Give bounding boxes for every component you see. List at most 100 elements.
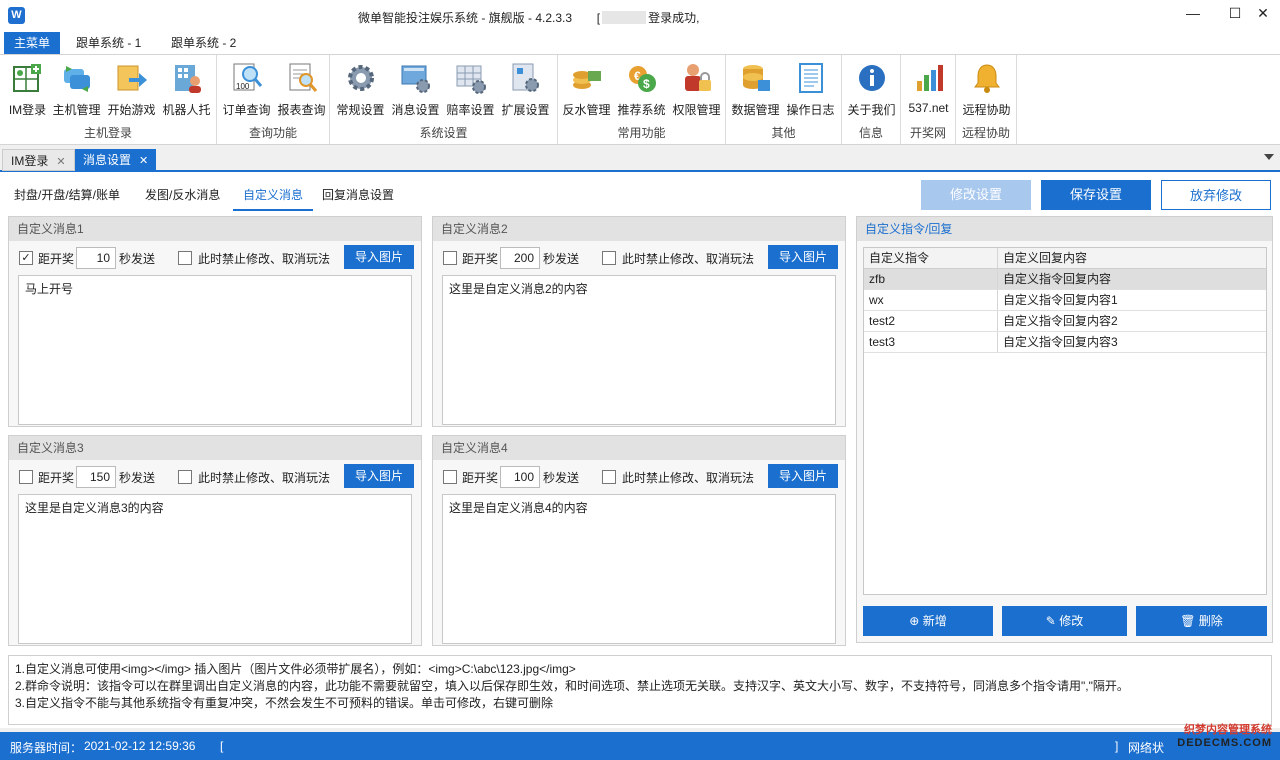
import-image-button[interactable]: 导入图片 bbox=[768, 464, 838, 488]
send-before-draw-checkbox[interactable] bbox=[443, 470, 457, 484]
robot-host-button[interactable]: 机器人托 bbox=[159, 59, 214, 117]
table-row[interactable]: zfb 自定义指令回复内容 bbox=[864, 269, 1266, 290]
lock-bets-checkbox[interactable] bbox=[602, 470, 616, 484]
lottery-site-button[interactable]: 537.net bbox=[901, 59, 956, 117]
save-settings-button[interactable]: 保存设置 bbox=[1041, 180, 1151, 210]
column-header-reply[interactable]: 自定义回复内容 bbox=[998, 248, 1266, 268]
permission-manage-button[interactable]: 权限管理 bbox=[669, 59, 724, 117]
svg-text:$: $ bbox=[643, 77, 650, 91]
odds-settings-button[interactable]: 赔率设置 bbox=[443, 59, 498, 117]
ribbon-group-other: 数据管理 操作日志 其他 bbox=[726, 55, 842, 144]
before-draw-label: 距开奖 bbox=[38, 471, 75, 485]
panel-title: 自定义消息4 bbox=[433, 436, 845, 460]
custom-message-panel-4: 自定义消息4 距开奖 100 秒发送 此时禁止修改、取消玩法 导入图片 这里是自… bbox=[432, 435, 846, 646]
reply-cell: 自定义指令回复内容3 bbox=[1003, 335, 1118, 349]
data-manage-button[interactable]: 数据管理 bbox=[728, 59, 783, 117]
gear-icon bbox=[347, 65, 374, 91]
before-draw-label: 距开奖 bbox=[462, 252, 499, 266]
table-row[interactable]: test2 自定义指令回复内容2 bbox=[864, 311, 1266, 332]
reply-grid: 自定义指令 自定义回复内容 zfb 自定义指令回复内容 wx 自定义指令回复内容… bbox=[863, 247, 1267, 595]
send-before-draw-checkbox[interactable]: ✓ bbox=[19, 251, 33, 265]
send-before-draw-checkbox[interactable] bbox=[443, 251, 457, 265]
send-before-draw-checkbox[interactable] bbox=[19, 470, 33, 484]
redacted-username bbox=[602, 11, 647, 24]
import-image-button[interactable]: 导入图片 bbox=[344, 464, 414, 488]
panel-title: 自定义消息3 bbox=[9, 436, 421, 460]
close-tab-icon[interactable]: ✕ bbox=[56, 156, 65, 168]
chevron-down-icon[interactable] bbox=[1264, 154, 1274, 160]
referral-system-button[interactable]: € $ 推荐系统 bbox=[614, 59, 669, 117]
add-command-button[interactable]: ⊕ 新增 bbox=[863, 606, 993, 636]
seconds-send-label: 秒发送 bbox=[119, 471, 156, 485]
import-image-button[interactable]: 导入图片 bbox=[768, 245, 838, 269]
ribbon-tab-follow-1[interactable]: 跟单系统 - 1 bbox=[66, 32, 151, 54]
message-content-textarea[interactable]: 这里是自定义消息4的内容 bbox=[442, 494, 836, 644]
subtab-custom-message[interactable]: 自定义消息 bbox=[233, 186, 314, 211]
import-image-button[interactable]: 导入图片 bbox=[344, 245, 414, 269]
bell-icon bbox=[973, 64, 1000, 93]
subtab-image-rebate[interactable]: 发图/反水消息 bbox=[145, 186, 220, 209]
close-window-button[interactable]: ✕ bbox=[1246, 0, 1280, 28]
doc-tab-message-settings[interactable]: 消息设置 ✕ bbox=[75, 149, 157, 171]
seconds-input[interactable]: 10 bbox=[76, 247, 116, 269]
seconds-input[interactable]: 200 bbox=[500, 247, 540, 269]
table-row[interactable]: wx 自定义指令回复内容1 bbox=[864, 290, 1266, 311]
ribbon-group-label: 查询功能 bbox=[248, 126, 297, 140]
seconds-send-label: 秒发送 bbox=[543, 252, 580, 266]
column-header-command[interactable]: 自定义指令 bbox=[864, 248, 998, 268]
extension-settings-button[interactable]: 扩展设置 bbox=[498, 59, 553, 117]
app-logo-icon: W bbox=[8, 7, 25, 24]
order-query-button[interactable]: 100 订单查询 bbox=[219, 59, 274, 117]
message-content-textarea[interactable]: 这里是自定义消息3的内容 bbox=[18, 494, 412, 644]
ribbon-group-label: 远程协助 bbox=[961, 126, 1010, 140]
report-query-label: 报表查询 bbox=[277, 103, 326, 117]
start-game-icon bbox=[117, 65, 147, 91]
reply-cell: 自定义指令回复内容2 bbox=[1003, 314, 1118, 328]
host-manage-button[interactable]: 主机管理 bbox=[49, 59, 104, 117]
discard-changes-button[interactable]: 放弃修改 bbox=[1161, 180, 1271, 210]
minimize-button[interactable]: — bbox=[1176, 0, 1210, 28]
lock-bets-checkbox[interactable] bbox=[602, 251, 616, 265]
start-game-label: 开始游戏 bbox=[107, 103, 156, 117]
message-content-textarea[interactable]: 这里是自定义消息2的内容 bbox=[442, 275, 836, 425]
note-line-3: 3.自定义指令不能与其他系统指令有重复冲突，不然会发生不可预料的错误。单击可修改… bbox=[15, 696, 554, 710]
im-login-button[interactable]: IM登录 bbox=[0, 59, 55, 117]
data-manage-label: 数据管理 bbox=[731, 103, 780, 117]
message-settings-button[interactable]: 消息设置 bbox=[388, 59, 443, 117]
ribbon-tab-main[interactable]: 主菜单 bbox=[4, 32, 61, 54]
rebate-manage-label: 反水管理 bbox=[562, 103, 611, 117]
delete-command-button[interactable]: 🗑 删除 bbox=[1136, 606, 1267, 636]
general-settings-button[interactable]: 常规设置 bbox=[333, 59, 388, 117]
edit-command-button[interactable]: ✎ 修改 bbox=[1002, 606, 1127, 636]
ribbon-group-system-settings: 常规设置 消息设置 赔率设置 扩展设置 系统设置 bbox=[330, 55, 558, 144]
report-query-button[interactable]: 报表查询 bbox=[274, 59, 329, 117]
document-tab-bar: IM登录 ✕ 消息设置 ✕ bbox=[0, 146, 1280, 172]
seconds-input[interactable]: 150 bbox=[76, 466, 116, 488]
edit-settings-button[interactable]: 修改设置 bbox=[921, 180, 1031, 210]
message-content-textarea[interactable]: 马上开号 bbox=[18, 275, 412, 425]
ribbon-tab-follow-2[interactable]: 跟单系统 - 2 bbox=[161, 32, 246, 54]
about-us-button[interactable]: 关于我们 bbox=[844, 59, 899, 117]
lock-bets-label: 此时禁止修改、取消玩法 bbox=[198, 252, 331, 266]
lock-icon bbox=[684, 64, 711, 91]
close-tab-icon[interactable]: ✕ bbox=[139, 155, 148, 167]
lock-bets-checkbox[interactable] bbox=[178, 251, 192, 265]
ribbon-group-common: 反水管理 € $ 推荐系统 权限管理 常用功能 bbox=[558, 55, 726, 144]
rebate-manage-button[interactable]: 反水管理 bbox=[559, 59, 614, 117]
ribbon-group-remote: 远程协助 远程协助 bbox=[956, 55, 1017, 144]
lock-bets-label: 此时禁止修改、取消玩法 bbox=[622, 252, 755, 266]
remote-assist-button[interactable]: 远程协助 bbox=[959, 59, 1014, 117]
ribbon-toolbar: IM登录 主机管理 开始游戏 机器人托 主机登录 100 订单查询 报表查询 查… bbox=[0, 54, 1280, 145]
seconds-input[interactable]: 100 bbox=[500, 466, 540, 488]
reply-cell: 自定义指令回复内容 bbox=[1003, 272, 1112, 286]
panel-title: 自定义指令/回复 bbox=[857, 217, 1272, 241]
doc-tab-im-login[interactable]: IM登录 ✕ bbox=[2, 149, 75, 171]
lock-bets-checkbox[interactable] bbox=[178, 470, 192, 484]
start-game-button[interactable]: 开始游戏 bbox=[104, 59, 159, 117]
subtab-reply-settings[interactable]: 回复消息设置 bbox=[322, 186, 394, 209]
subtab-close-open-settle[interactable]: 封盘/开盘/结算/账单 bbox=[14, 186, 120, 209]
edit-command-label: 修改 bbox=[1059, 614, 1084, 628]
order-query-icon: 100 bbox=[233, 63, 262, 91]
table-row[interactable]: test3 自定义指令回复内容3 bbox=[864, 332, 1266, 353]
operation-log-button[interactable]: 操作日志 bbox=[783, 59, 838, 117]
